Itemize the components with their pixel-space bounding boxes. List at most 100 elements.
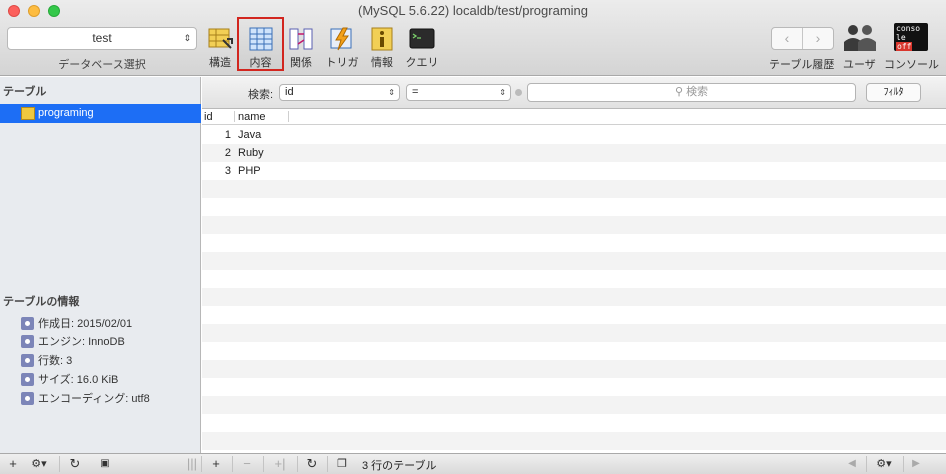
window-title: (MySQL 5.6.22) localdb/test/programing <box>357 3 588 18</box>
filter-bar: 検索: id ⇕ = ⇕ ⚲ 検索 ﾌｨﾙﾀ <box>202 77 946 109</box>
history-nav: ‹ › <box>771 27 834 50</box>
table-row[interactable]: 2 Ruby <box>202 144 946 162</box>
table-row[interactable] <box>202 306 946 324</box>
cell-name[interactable]: PHP <box>238 162 261 180</box>
search-input[interactable]: ⚲ 検索 <box>527 83 856 102</box>
duplicate-row-icon[interactable]: +| <box>270 456 290 472</box>
filter-field-value: id <box>285 86 294 98</box>
divider <box>232 456 233 472</box>
structure-icon <box>208 28 233 49</box>
back-arrow-icon[interactable]: ‹ <box>772 28 803 49</box>
table-row[interactable] <box>202 414 946 432</box>
structure-label: 構造 <box>209 57 231 69</box>
column-separator <box>234 111 235 122</box>
content-button[interactable]: 内容 <box>237 17 284 71</box>
console-icon-text: le <box>896 33 906 42</box>
divider <box>263 456 264 472</box>
copy-icon[interactable]: ❐ <box>333 456 351 472</box>
relations-icon <box>289 28 313 50</box>
divider <box>866 456 867 472</box>
table-row[interactable] <box>202 342 946 360</box>
database-select[interactable]: test ⇕ <box>7 27 197 50</box>
table-row[interactable] <box>202 252 946 270</box>
relations-button[interactable]: 関係 <box>286 24 316 72</box>
console-icon-off-badge: off <box>896 42 913 51</box>
search-icon: ⚲ <box>674 86 683 98</box>
database-select-caption: データベース選択 <box>58 59 146 71</box>
table-row[interactable] <box>202 270 946 288</box>
info-text: 作成日: 2015/02/01 <box>38 318 133 330</box>
search-placeholder: 検索 <box>686 86 709 98</box>
info-created: 作成日: 2015/02/01 <box>21 317 132 333</box>
filter-operator-select[interactable]: = ⇕ <box>406 84 511 101</box>
table-row[interactable] <box>202 360 946 378</box>
table-row[interactable]: 3 PHP <box>202 162 946 180</box>
table-row[interactable] <box>202 234 946 252</box>
table-gear-menu-icon[interactable]: ⚙▾ <box>872 456 896 472</box>
triggers-button[interactable]: トリガ <box>324 24 360 72</box>
cell-id[interactable]: 2 <box>202 144 231 162</box>
content-table: id name 1 Java 2 Ruby 3 PHP <box>202 110 946 453</box>
next-page-icon[interactable]: ▶ <box>909 456 923 472</box>
refresh-table-icon[interactable]: ↻ <box>303 456 321 472</box>
column-header-id[interactable]: id <box>204 111 213 123</box>
sidebar-item-programing[interactable]: programing <box>0 104 201 123</box>
cell-name[interactable]: Ruby <box>238 144 264 162</box>
users-label: ユーザ <box>843 59 876 71</box>
table-row[interactable] <box>202 216 946 234</box>
bottom-toolbar: + ⚙▾ ↻ ▣ ||| + − +| ↻ ❐ 3 行のテーブル ◀ ⚙▾ ▶ <box>0 453 946 474</box>
info-label: 情報 <box>371 57 393 69</box>
column-header-name[interactable]: name <box>238 111 266 123</box>
column-separator <box>288 111 289 122</box>
pane-resize-handle[interactable]: ||| <box>186 456 198 472</box>
triggers-icon <box>330 27 352 51</box>
cell-id[interactable]: 3 <box>202 162 231 180</box>
filter-operator-value: = <box>412 86 419 98</box>
users-icon[interactable] <box>843 22 877 52</box>
info-bullet-icon <box>21 335 34 348</box>
info-bullet-icon <box>21 317 34 330</box>
table-row[interactable] <box>202 324 946 342</box>
divider <box>903 456 904 472</box>
add-table-icon[interactable]: + <box>6 456 20 472</box>
forward-arrow-icon[interactable]: › <box>803 28 833 49</box>
table-row[interactable] <box>202 396 946 414</box>
table-row[interactable] <box>202 378 946 396</box>
info-button[interactable]: 情報 <box>367 24 397 72</box>
table-row[interactable] <box>202 198 946 216</box>
info-text: 行数: 3 <box>38 355 73 367</box>
database-select-value: test <box>92 31 112 45</box>
gear-menu-icon[interactable]: ⚙▾ <box>28 456 50 472</box>
add-row-icon[interactable]: + <box>208 456 224 472</box>
filter-button[interactable]: ﾌｨﾙﾀ <box>866 83 921 102</box>
content-label: 内容 <box>249 57 272 69</box>
row-count-status: 3 行のテーブル <box>362 460 437 472</box>
info-bullet-icon <box>21 354 34 367</box>
table-row[interactable] <box>202 180 946 198</box>
table-row[interactable] <box>202 288 946 306</box>
remove-row-icon[interactable]: − <box>239 456 255 472</box>
sidebar-item-label: programing <box>38 107 94 119</box>
filter-toggle-icon[interactable]: ▣ <box>95 456 115 472</box>
console-icon[interactable]: conso le off <box>894 23 928 51</box>
query-button[interactable]: クエリ <box>404 24 440 72</box>
cell-id[interactable]: 1 <box>202 126 231 144</box>
info-engine: エンジン: InnoDB <box>21 335 125 351</box>
triggers-label: トリガ <box>325 57 359 69</box>
refresh-icon[interactable]: ↻ <box>66 456 84 472</box>
previous-page-icon[interactable]: ◀ <box>845 456 859 472</box>
cell-name[interactable]: Java <box>238 126 261 144</box>
structure-button[interactable]: 構造 <box>205 24 235 72</box>
info-bullet-icon <box>21 392 34 405</box>
divider <box>297 456 298 472</box>
table-row[interactable] <box>202 432 946 450</box>
console-icon-text: conso <box>896 24 921 33</box>
filter-field-select[interactable]: id ⇕ <box>279 84 400 101</box>
updown-chevron-icon: ⇕ <box>499 88 506 97</box>
table-info-heading: テーブルの情報 <box>3 296 80 308</box>
divider <box>59 456 60 472</box>
divider <box>201 456 202 472</box>
search-label: 検索: <box>248 89 274 101</box>
table-row[interactable]: 1 Java <box>202 126 946 144</box>
info-rows: 行数: 3 <box>21 354 72 370</box>
